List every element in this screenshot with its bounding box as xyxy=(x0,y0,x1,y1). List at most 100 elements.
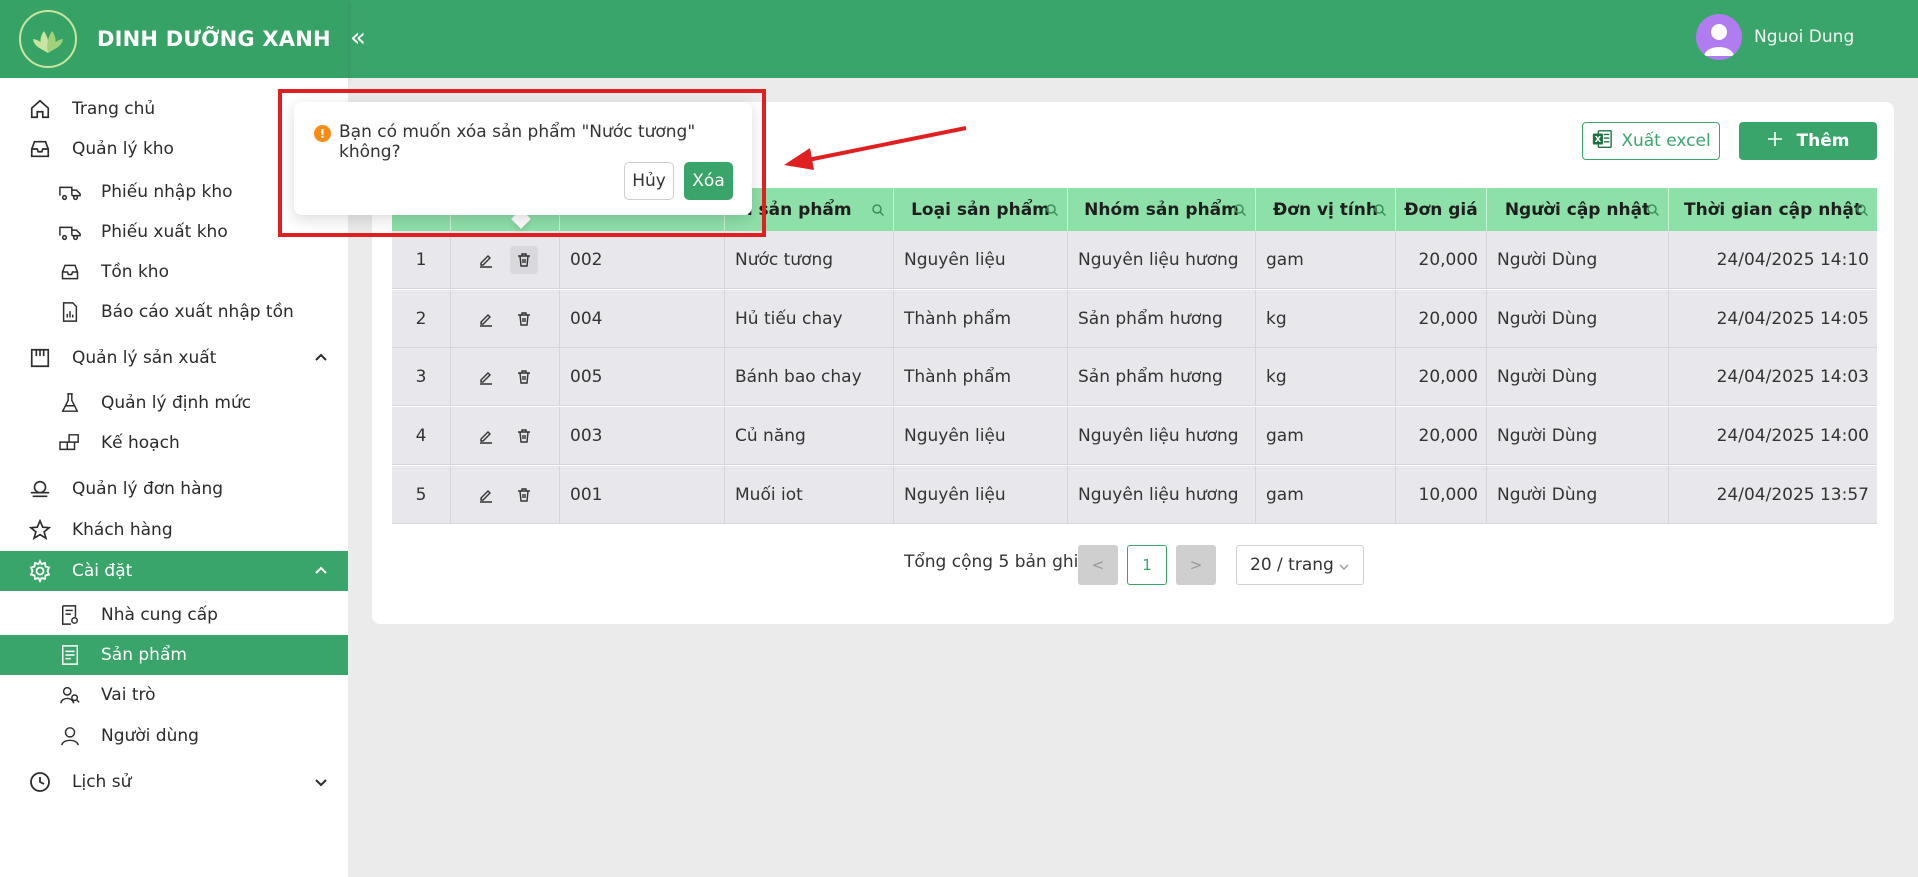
sidebar-item-label: Tồn kho xyxy=(101,262,169,282)
export-excel-label: Xuất excel xyxy=(1621,131,1711,151)
sidebar-item-label: Lịch sử xyxy=(72,772,132,792)
cell-type: Nguyên liệu xyxy=(894,466,1068,524)
search-icon[interactable] xyxy=(1373,202,1387,217)
chevron-down-icon xyxy=(312,773,330,791)
edit-icon[interactable] xyxy=(472,305,500,333)
sidebar-item-plan[interactable]: Kế hoạch xyxy=(0,423,348,463)
column-header-updated-at[interactable]: Thời gian cập nhật xyxy=(1669,188,1877,231)
add-product-button[interactable]: Thêm xyxy=(1739,122,1877,160)
column-header-price: Đơn giá xyxy=(1396,188,1487,231)
column-header-updater[interactable]: Người cập nhật xyxy=(1487,188,1669,231)
add-product-label: Thêm xyxy=(1796,131,1850,151)
sidebar-item-customers[interactable]: Khách hàng xyxy=(0,510,348,550)
next-page-button[interactable]: > xyxy=(1176,545,1216,585)
cell-group: Sản phẩm hương xyxy=(1068,348,1256,406)
leaf-logo-icon xyxy=(19,10,77,68)
delete-icon[interactable] xyxy=(510,363,538,391)
search-icon[interactable] xyxy=(1855,202,1869,217)
cell-name: Hủ tiếu chay xyxy=(725,290,894,348)
sidebar-item-users[interactable]: Người dùng xyxy=(0,716,348,756)
sidebar-item-label: Quản lý sản xuất xyxy=(72,348,217,368)
cell-actions xyxy=(451,407,560,465)
cell-type: Thành phẩm xyxy=(894,290,1068,348)
inbox-icon xyxy=(58,260,82,284)
flask-icon xyxy=(58,391,82,415)
delete-icon[interactable] xyxy=(510,305,538,333)
cell-group: Nguyên liệu hương xyxy=(1068,407,1256,465)
delete-icon[interactable] xyxy=(510,246,538,274)
supplier-icon xyxy=(58,603,82,627)
cell-name: Nước tương xyxy=(725,231,894,289)
user-menu[interactable]: Nguoi Dung xyxy=(1696,14,1854,60)
cell-type: Nguyên liệu xyxy=(894,231,1068,289)
edit-icon[interactable] xyxy=(472,363,500,391)
collapse-sidebar-icon[interactable]: « xyxy=(350,22,368,54)
cell-updated-at: 24/04/2025 14:05 xyxy=(1716,309,1869,329)
gear-icon xyxy=(28,559,52,583)
svg-text:X: X xyxy=(1595,134,1602,144)
sidebar-item-norms[interactable]: Quản lý định mức xyxy=(0,383,348,423)
sidebar-item-products[interactable]: Sản phẩm xyxy=(0,635,348,675)
sidebar-item-label: Quản lý đơn hàng xyxy=(72,479,224,499)
cell-updater: Người Dùng xyxy=(1487,466,1669,524)
cell-updater: Người Dùng xyxy=(1487,407,1669,465)
column-header-type[interactable]: Loại sản phẩm xyxy=(894,188,1068,231)
cell-code: 005 xyxy=(560,348,725,406)
sidebar-item-roles[interactable]: Vai trò xyxy=(0,675,348,715)
sidebar-item-label: Kế hoạch xyxy=(101,433,180,453)
page-size-select[interactable]: 20 / trang xyxy=(1236,545,1364,585)
cell-stt: 1 xyxy=(392,231,451,289)
export-excel-button[interactable]: X Xuất excel xyxy=(1582,122,1720,160)
home-icon xyxy=(28,97,52,121)
sidebar-item-orders[interactable]: Quản lý đơn hàng xyxy=(0,469,348,509)
clock-icon xyxy=(28,770,52,794)
search-icon[interactable] xyxy=(1646,202,1660,217)
search-icon[interactable] xyxy=(1233,202,1247,217)
sidebar-item-production[interactable]: Quản lý sản xuất xyxy=(0,338,348,378)
sidebar-item-report[interactable]: Báo cáo xuất nhập tồn xyxy=(0,292,348,332)
cell-updated-at: 24/04/2025 14:00 xyxy=(1716,426,1869,446)
sidebar-item-settings[interactable]: Cài đặt xyxy=(0,551,348,591)
user-name: Nguoi Dung xyxy=(1754,27,1855,47)
table-row[interactable]: 5 001 Muối iot Nguyên liệu Nguyên liệu h… xyxy=(392,466,1877,524)
cell-unit: gam xyxy=(1256,407,1396,465)
table-row[interactable]: 3 005 Bánh bao chay Thành phẩm Sản phẩm … xyxy=(392,348,1877,406)
cell-actions xyxy=(451,231,560,289)
delete-icon[interactable] xyxy=(510,481,538,509)
search-icon[interactable] xyxy=(871,202,885,217)
table-row[interactable]: 4 003 Củ năng Nguyên liệu Nguyên liệu hư… xyxy=(392,407,1877,465)
search-icon[interactable] xyxy=(1045,202,1059,217)
report-icon xyxy=(58,300,82,324)
table-row[interactable]: 1 002 Nước tương Nguyên liệu Nguyên liệu… xyxy=(392,231,1877,289)
cell-stt: 5 xyxy=(392,466,451,524)
annotation-arrow-icon xyxy=(784,126,967,170)
sidebar-item-history[interactable]: Lịch sử xyxy=(0,762,348,802)
cell-code: 002 xyxy=(560,231,725,289)
sidebar-item-inventory[interactable]: Tồn kho xyxy=(0,252,348,292)
user-icon xyxy=(58,724,82,748)
brand-name: DINH DƯỠNG XANH xyxy=(97,27,331,51)
truck-icon xyxy=(58,180,82,204)
edit-icon[interactable] xyxy=(472,481,500,509)
users-role-icon xyxy=(58,683,82,707)
prev-page-button[interactable]: < xyxy=(1078,545,1118,585)
column-header-unit[interactable]: Đơn vị tính xyxy=(1256,188,1396,231)
sidebar-item-suppliers[interactable]: Nhà cung cấp xyxy=(0,595,348,635)
edit-icon[interactable] xyxy=(472,246,500,274)
cell-unit: kg xyxy=(1256,348,1396,406)
sidebar-item-label: Phiếu nhập kho xyxy=(101,182,233,202)
cell-name: Bánh bao chay xyxy=(725,348,894,406)
cell-updated-at: 24/04/2025 13:57 xyxy=(1716,485,1869,505)
cell-actions xyxy=(451,466,560,524)
sidebar-item-label: Nhà cung cấp xyxy=(101,605,218,625)
annotation-highlight-box xyxy=(278,89,766,237)
page-1-button[interactable]: 1 xyxy=(1127,545,1167,585)
table-row[interactable]: 2 004 Hủ tiếu chay Thành phẩm Sản phẩm h… xyxy=(392,290,1877,348)
cell-name: Muối iot xyxy=(725,466,894,524)
delete-icon[interactable] xyxy=(510,422,538,450)
cell-code: 003 xyxy=(560,407,725,465)
sidebar-item-label: Báo cáo xuất nhập tồn xyxy=(101,302,294,322)
blocks-icon xyxy=(58,431,82,455)
column-header-group[interactable]: Nhóm sản phẩm xyxy=(1068,188,1256,231)
edit-icon[interactable] xyxy=(472,422,500,450)
